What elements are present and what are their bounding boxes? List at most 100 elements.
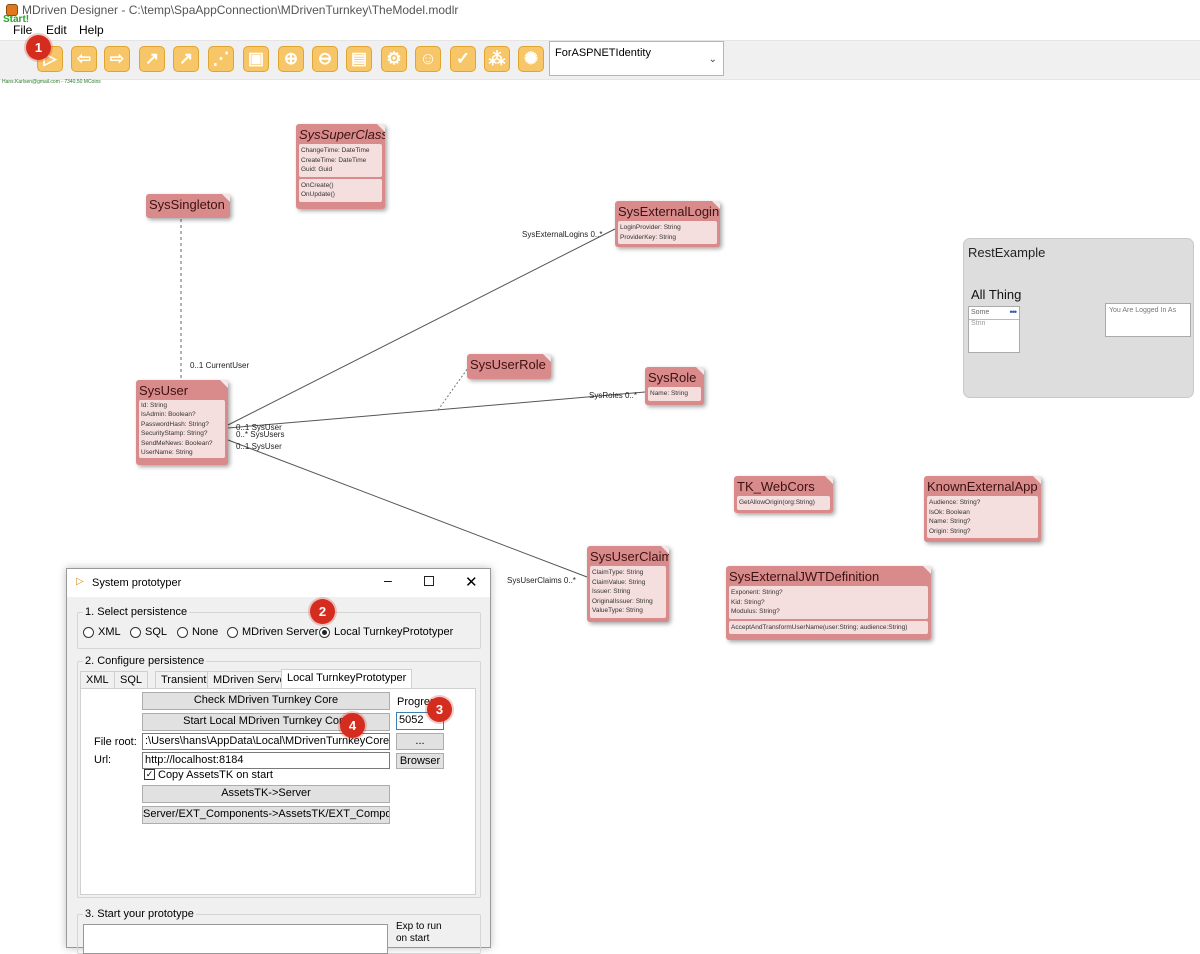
minimize-icon[interactable]: – <box>384 572 392 588</box>
class-known-external-app[interactable]: KnownExternalApp Audience: String? IsOk:… <box>924 476 1041 542</box>
select-persistence-label: 1. Select persistence <box>83 606 190 618</box>
attribute: IsOk: Boolean <box>929 508 970 516</box>
user-role-line <box>227 391 646 429</box>
exp-to-run-text: Exp to run <box>396 921 442 932</box>
class-sys-external-jwt-definition[interactable]: SysExternalJWTDefinition Exponent: Strin… <box>726 566 931 640</box>
attribute: ClaimType: String <box>592 569 644 576</box>
file-root-label: File root: <box>94 736 137 748</box>
current-user-label: 0..1 CurrentUser <box>190 361 250 370</box>
attribute-list: GetAllowOrigin(org:String) <box>737 496 830 510</box>
class-name: KnownExternalApp <box>927 479 1038 494</box>
attribute: Guid: Guid <box>301 166 333 173</box>
tab-sql[interactable]: SQL <box>114 671 149 688</box>
url-field[interactable]: http://localhost:8184 <box>142 752 390 769</box>
attribute: ChangeTime: DateTime <box>301 147 370 154</box>
attribute-list: Exponent: String? Kid: String? Modulus: … <box>729 586 928 619</box>
maximize-icon[interactable] <box>424 576 434 586</box>
class-sys-user-role[interactable]: SysUserRole <box>467 354 551 379</box>
sys-user-claims-label: SysUserClaims 0..* <box>507 576 576 585</box>
step-badge-2: 2 <box>310 599 335 624</box>
radio-local-turnkey-prototyper[interactable]: Local TurnkeyPrototyper <box>319 626 453 638</box>
attribute: ClaimValue: String <box>592 578 646 586</box>
ext-components-button[interactable]: Server/EXT_Components->AssetsTK/EXT_Comp… <box>142 806 390 824</box>
all-thing-heading: All Thing <box>971 287 1022 302</box>
all-thing-list[interactable]: Some ••• Strin <box>968 306 1020 353</box>
class-sys-super-class[interactable]: SysSuperClass ChangeTime: DateTime Creat… <box>296 124 385 209</box>
class-sys-user[interactable]: SysUser Id: String IsAdmin: Boolean? Pas… <box>136 380 228 465</box>
check-mdriven-turnkey-core-button[interactable]: Check MDriven Turnkey Core <box>142 692 390 710</box>
attribute-list: Audience: String? IsOk: Boolean Name: St… <box>927 496 1038 538</box>
class-name: SysSingleton <box>149 197 225 212</box>
attribute: UserName: String <box>141 449 193 457</box>
class-name: SysRole <box>648 370 697 385</box>
browse-file-root-button[interactable]: ... <box>396 733 444 750</box>
operation: OnCreate() <box>301 181 334 189</box>
radio-xml[interactable]: XML <box>83 626 121 638</box>
on-start-text: on start <box>396 933 430 944</box>
class-name: SysUserRole <box>470 357 546 372</box>
close-icon[interactable]: ✕ <box>465 573 478 591</box>
rest-example-title: RestExample <box>968 245 1046 260</box>
operation: OnUpdate() <box>301 191 335 198</box>
rest-example-panel[interactable]: RestExample All Thing Some ••• Strin You… <box>963 238 1194 398</box>
play-icon: ▷ <box>76 576 84 587</box>
class-name: SysUser <box>139 383 189 398</box>
sys-user-label-b: 0..1 SysUser <box>236 442 282 451</box>
list-header-text: Some <box>971 309 990 316</box>
attribute: ValueType: String <box>592 607 643 614</box>
attribute: SecurityStamp: String? <box>141 430 208 438</box>
attribute: Id: String <box>141 402 168 409</box>
attribute: IsAdmin: Boolean? <box>141 411 196 419</box>
step-badge-3: 3 <box>427 697 452 722</box>
start-prototype-label: 3. Start your prototype <box>83 908 196 920</box>
class-sys-singleton[interactable]: SysSingleton <box>146 194 230 218</box>
step-badge-1: 1 <box>26 35 51 60</box>
prototype-log-area[interactable] <box>83 924 388 954</box>
sys-external-logins-label: SysExternalLogins 0..* <box>522 230 603 239</box>
operation: AcceptAndTransformUserName(user:String; … <box>731 623 908 631</box>
attribute: Exponent: String? <box>731 589 783 596</box>
radio-mdriven-server[interactable]: MDriven Server <box>227 626 318 638</box>
operation: GetAllowOrigin(org:String) <box>739 499 815 506</box>
radio-sql[interactable]: SQL <box>130 626 167 638</box>
system-prototyper-dialog: ▷ System prototyper – ✕ 1. Select persis… <box>66 568 491 954</box>
sys-roles-label: SysRoles 0..* <box>589 391 638 400</box>
assets-to-server-button[interactable]: AssetsTK->Server <box>142 785 390 803</box>
class-sys-external-login[interactable]: SysExternalLogin LoginProvider: String P… <box>615 201 720 247</box>
attribute: Audience: String? <box>929 499 981 506</box>
operation-list: AcceptAndTransformUserName(user:String; … <box>729 620 928 634</box>
attribute-list: Id: String IsAdmin: Boolean? PasswordHas… <box>139 400 225 459</box>
browser-button[interactable]: Browser <box>396 753 444 769</box>
url-label: Url: <box>94 754 112 766</box>
attribute-list: ChangeTime: DateTime CreateTime: DateTim… <box>299 144 382 177</box>
more-icon[interactable]: ••• <box>1010 307 1018 317</box>
tab-transient[interactable]: Transient <box>155 671 213 688</box>
user-role-association-class-line <box>437 367 469 411</box>
attribute: Kid: String? <box>731 598 765 606</box>
attribute: Origin: String? <box>929 527 971 535</box>
tab-xml[interactable]: XML <box>80 671 115 688</box>
class-name: TK_WebCors <box>737 479 815 494</box>
attribute: Name: String <box>650 390 688 397</box>
attribute: Issuer: String <box>592 588 631 595</box>
attribute-list: Name: String <box>648 387 701 401</box>
class-name: SysExternalLogin <box>618 204 720 219</box>
copy-assets-checkbox[interactable]: ✓ <box>144 769 155 780</box>
sys-users-label: 0..* SysUsers <box>236 430 285 439</box>
user-external-login-line <box>227 228 616 426</box>
class-tk-web-cors[interactable]: TK_WebCors GetAllowOrigin(org:String) <box>734 476 833 513</box>
attribute: PasswordHash: String? <box>141 420 209 428</box>
attribute: LoginProvider: String <box>620 224 681 231</box>
operation-list: OnCreate() OnUpdate() <box>299 178 382 202</box>
class-name: SysSuperClass <box>299 127 385 142</box>
attribute: Modulus: String? <box>731 608 780 615</box>
tab-local-turnkey-prototyper[interactable]: Local TurnkeyPrototyper <box>281 669 413 688</box>
dialog-title-bar: ▷ System prototyper – ✕ <box>67 569 490 597</box>
class-sys-user-claim[interactable]: SysUserClaim ClaimType: String ClaimValu… <box>587 546 669 622</box>
class-sys-role[interactable]: SysRole Name: String <box>645 367 704 405</box>
user-claim-line <box>227 439 588 578</box>
radio-none[interactable]: None <box>177 626 218 638</box>
list-item[interactable]: Strin <box>969 320 1019 326</box>
logged-in-box: You Are Logged In As <box>1105 303 1191 337</box>
list-header: Some ••• <box>969 307 1019 320</box>
